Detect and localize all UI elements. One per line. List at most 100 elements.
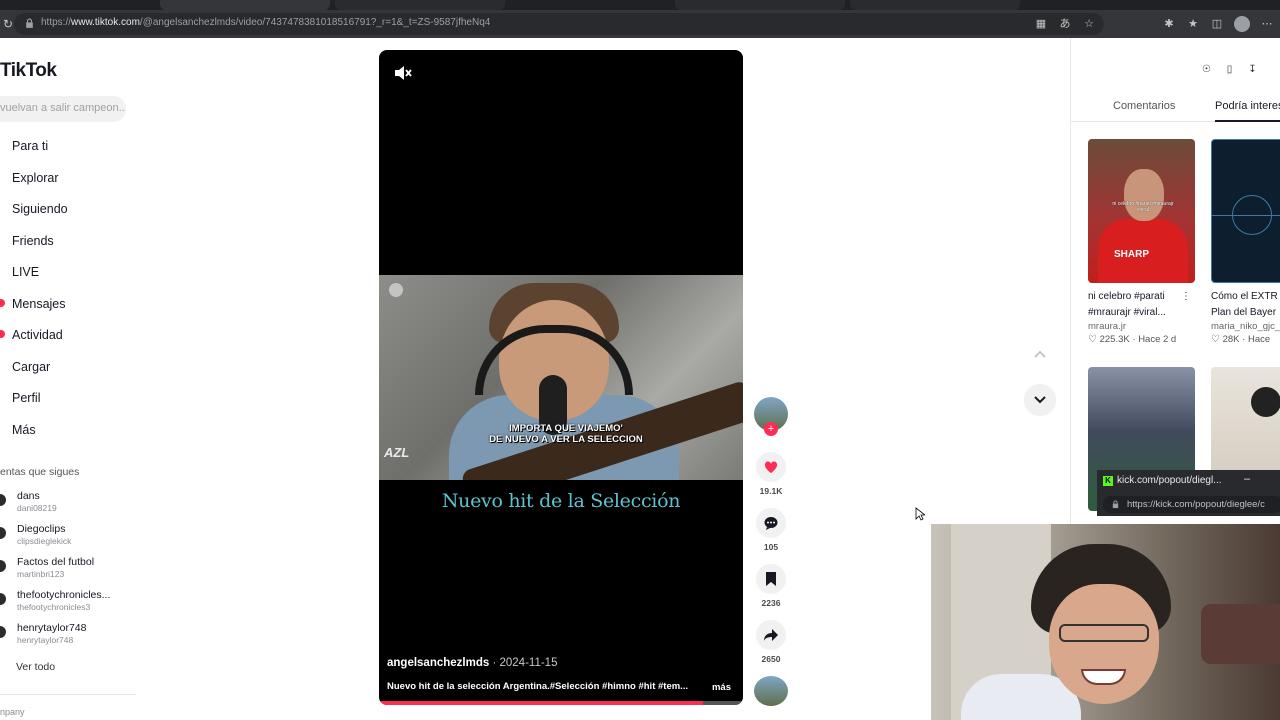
thumbnail-text: ni celebro #parati #mraurajr #viral xyxy=(1112,201,1174,213)
card-user[interactable]: maria_niko_gjc_ xyxy=(1211,321,1280,332)
url-text[interactable]: https://www.tiktok.com/@angelsanchezlmds… xyxy=(41,17,490,28)
tiktok-logo[interactable]: TikTok xyxy=(0,60,57,82)
save-action[interactable]: 2236 xyxy=(752,564,790,608)
nav-item-mas[interactable]: Más xyxy=(0,420,68,452)
nav-label: Friends xyxy=(12,233,54,248)
account-item[interactable]: Diegoclips clipsdieglekick xyxy=(0,523,110,556)
nav-item-live[interactable]: LIVE xyxy=(0,262,68,294)
account-item[interactable]: Factos del futbol martinbri123 xyxy=(0,556,110,589)
nav-label: Más xyxy=(12,422,36,437)
like-count: 19.1K xyxy=(759,486,783,496)
comment-button[interactable] xyxy=(756,508,786,538)
like-button[interactable] xyxy=(756,452,786,482)
omnibox[interactable]: https://www.tiktok.com/@angelsanchezlmds… xyxy=(14,13,1104,35)
mute-icon[interactable] xyxy=(393,64,413,82)
video-author[interactable]: angelsanchezlmds · 2024-11-15 xyxy=(387,657,557,669)
compass-icon[interactable]: ☉ xyxy=(1199,62,1214,77)
author-name[interactable]: angelsanchezlmds xyxy=(387,657,489,669)
star-icon[interactable]: ☆ xyxy=(1082,17,1096,31)
card-age: Hace 2 d xyxy=(1138,334,1177,345)
nav-item-siguiendo[interactable]: Siguiendo xyxy=(0,199,68,231)
card-title-line: Cómo el EXTR xyxy=(1211,291,1278,302)
favorites-icon[interactable]: ★ xyxy=(1186,17,1200,31)
menu-icon[interactable]: ⋯ xyxy=(1260,17,1274,31)
lock-icon[interactable] xyxy=(24,18,35,29)
nav-item-mensajes[interactable]: Mensajes xyxy=(0,294,68,326)
nav-label: Mensajes xyxy=(12,296,66,311)
card-age: Hace xyxy=(1247,334,1271,345)
account-handle: clipsdieglekick xyxy=(17,536,72,546)
caption-line: DE NUEVO A VER LA SELECCION xyxy=(489,434,643,445)
video-player[interactable]: IMPORTA QUE VIAJEMO' DE NUEVO A VER LA SE… xyxy=(379,50,743,705)
progress-fill xyxy=(379,701,703,705)
account-item[interactable]: henrytaylor748 henrytaylor748 xyxy=(0,622,110,655)
card-thumbnail[interactable] xyxy=(1211,139,1280,283)
browser-tab-active[interactable] xyxy=(160,0,330,10)
date-value: 2024-11-15 xyxy=(499,657,558,669)
phone-icon[interactable]: ▯ xyxy=(1222,62,1237,77)
share-button[interactable] xyxy=(756,620,786,650)
card-title-line: ni celebro #parati xyxy=(1088,291,1165,302)
popup-url-bar[interactable]: https://kick.com/popout/dieglee/c xyxy=(1103,496,1280,513)
nav-item-actividad[interactable]: Actividad xyxy=(0,325,68,357)
follow-plus-icon[interactable]: + xyxy=(764,422,778,436)
search-input[interactable]: vuelvan a salir campeon... xyxy=(0,96,126,122)
collections-icon[interactable]: ◫ xyxy=(1210,17,1224,31)
company-link[interactable]: npany xyxy=(0,707,25,717)
comment-action[interactable]: 105 xyxy=(752,508,790,552)
video-caption: IMPORTA QUE VIAJEMO' DE NUEVO A VER LA SE… xyxy=(481,423,651,445)
account-handle: dani08219 xyxy=(17,503,57,513)
comment-icon xyxy=(764,517,778,530)
nav-item-perfil[interactable]: Perfil xyxy=(0,388,68,420)
minimize-icon[interactable]: – xyxy=(1244,473,1250,485)
popup-url-text: https://kick.com/popout/dieglee/c xyxy=(1127,499,1265,510)
browser-tabstrip xyxy=(0,0,1280,10)
recommended-card[interactable]: ni celebro #parati #mraurajr #viral SHAR… xyxy=(1088,139,1195,345)
browser-tab[interactable] xyxy=(335,0,505,10)
account-handle: henrytaylor748 xyxy=(17,635,74,645)
previous-video-button[interactable] xyxy=(1024,338,1056,370)
browser-tab[interactable] xyxy=(850,0,1020,10)
extensions-icon[interactable]: ✱ xyxy=(1162,17,1176,31)
account-name: thefootychronicles... xyxy=(17,589,111,601)
tab-comentarios[interactable]: Comentarios xyxy=(1113,100,1175,112)
save-count: 2236 xyxy=(761,598,781,608)
translate-icon[interactable]: あ xyxy=(1058,17,1072,31)
card-user[interactable]: mraura.jr xyxy=(1088,321,1195,332)
card-likes: 28K xyxy=(1222,334,1240,345)
more-button[interactable]: más xyxy=(712,682,731,693)
share-action[interactable]: 2650 xyxy=(752,620,790,664)
tab-podria-interesarte[interactable]: Podría interesarte xyxy=(1215,100,1280,122)
nav-label: Siguiendo xyxy=(12,202,68,216)
comment-count: 105 xyxy=(763,542,779,552)
account-name: Factos del futbol xyxy=(17,556,95,568)
profile-icon[interactable] xyxy=(1234,16,1250,32)
kick-popup-window[interactable]: Kkick.com/popout/diegl... – https://kick… xyxy=(1097,470,1280,516)
card-more-icon[interactable]: ⋮ xyxy=(1181,289,1191,305)
nav-item-explorar[interactable]: Explorar xyxy=(0,168,68,200)
browser-tab[interactable] xyxy=(675,0,845,10)
account-item[interactable]: thefootychronicles... thefootychronicles3 xyxy=(0,589,110,622)
like-action[interactable]: 19.1K xyxy=(752,452,790,496)
card-title-line: #mraurajr #viral... xyxy=(1088,307,1166,318)
nav-item-friends[interactable]: Friends xyxy=(0,231,68,263)
following-accounts-title: entas que sigues xyxy=(0,466,80,478)
next-video-avatar[interactable] xyxy=(754,676,788,706)
see-all-link[interactable]: Ver todo xyxy=(16,661,55,673)
webcam-overlay xyxy=(931,524,1280,720)
video-date: · 2024-11-15 xyxy=(489,657,558,669)
nav-label: Explorar xyxy=(12,170,59,185)
nav-item-cargar[interactable]: Cargar xyxy=(0,357,68,389)
video-progress-bar[interactable] xyxy=(379,701,743,705)
webcam-glasses xyxy=(1059,624,1149,642)
save-button[interactable] xyxy=(756,564,786,594)
recommended-card[interactable]: Cómo el EXTR Plan del Bayer maria_niko_gj… xyxy=(1211,139,1280,345)
popup-title-text: kick.com/popout/diegl... xyxy=(1117,475,1222,486)
nav-item-para-ti[interactable]: Para ti xyxy=(0,136,68,168)
heart-icon xyxy=(764,461,778,473)
card-thumbnail[interactable]: ni celebro #parati #mraurajr #viral SHAR… xyxy=(1088,139,1195,283)
account-item[interactable]: dans dani08219 xyxy=(0,490,110,523)
download-icon[interactable]: ↧ xyxy=(1245,62,1260,77)
install-app-icon[interactable]: ▦ xyxy=(1034,17,1048,31)
next-video-button[interactable] xyxy=(1024,384,1056,416)
